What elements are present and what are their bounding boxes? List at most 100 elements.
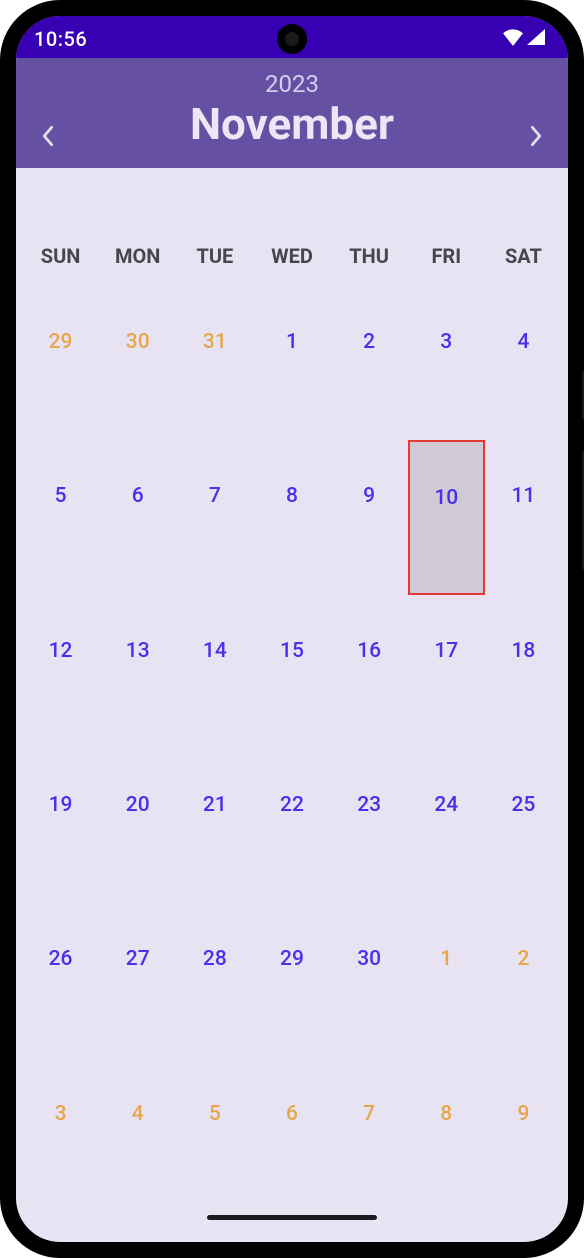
status-icons: [502, 28, 546, 50]
day-cell[interactable]: 26: [22, 903, 99, 1057]
day-number: 22: [280, 793, 304, 817]
day-cell[interactable]: 12: [22, 595, 99, 749]
chevron-right-icon: [528, 126, 544, 146]
weekday-label: FRI: [408, 244, 485, 268]
day-number: 15: [280, 639, 304, 663]
day-cell[interactable]: 11: [485, 440, 562, 594]
day-number: 27: [126, 947, 150, 971]
day-cell[interactable]: 2: [485, 903, 562, 1057]
day-cell[interactable]: 22: [253, 749, 330, 903]
day-cell[interactable]: 16: [331, 595, 408, 749]
day-number: 30: [126, 330, 150, 354]
day-number: 17: [434, 639, 458, 663]
day-number: 5: [55, 484, 67, 508]
day-cell[interactable]: 29: [253, 903, 330, 1057]
day-number: 2: [363, 330, 375, 354]
day-number: 3: [440, 330, 452, 354]
day-number: 10: [434, 486, 458, 510]
weekday-label: SAT: [485, 244, 562, 268]
weekday-label: SUN: [22, 244, 99, 268]
day-cell[interactable]: 9: [331, 440, 408, 594]
day-cell[interactable]: 14: [176, 595, 253, 749]
day-cell[interactable]: 21: [176, 749, 253, 903]
day-cell[interactable]: 9: [485, 1058, 562, 1212]
day-cell[interactable]: 4: [99, 1058, 176, 1212]
header-month: November: [16, 98, 568, 150]
day-cell[interactable]: 30: [331, 903, 408, 1057]
day-number: 12: [49, 639, 73, 663]
weekday-row: SUN MON TUE WED THU FRI SAT: [22, 244, 562, 268]
day-cell-selected[interactable]: 10: [408, 440, 485, 594]
day-number: 1: [286, 330, 298, 354]
day-cell[interactable]: 28: [176, 903, 253, 1057]
calendar-header: 2023 November: [16, 58, 568, 168]
day-cell[interactable]: 25: [485, 749, 562, 903]
day-cell[interactable]: 15: [253, 595, 330, 749]
day-cell[interactable]: 23: [331, 749, 408, 903]
day-number: 9: [363, 484, 375, 508]
day-number: 6: [286, 1102, 298, 1126]
next-month-button[interactable]: [516, 116, 556, 156]
day-number: 29: [280, 947, 304, 971]
day-number: 14: [203, 639, 227, 663]
weekday-label: THU: [331, 244, 408, 268]
day-number: 4: [517, 330, 529, 354]
day-number: 3: [55, 1102, 67, 1126]
day-cell[interactable]: 17: [408, 595, 485, 749]
day-number: 13: [126, 639, 150, 663]
calendar-grid: 2930311234567891011121314151617181920212…: [22, 286, 562, 1212]
day-number: 29: [49, 330, 73, 354]
day-number: 23: [357, 793, 381, 817]
screen: 10:56 2023 November SUN M: [16, 16, 568, 1242]
chevron-left-icon: [40, 126, 56, 146]
day-cell[interactable]: 2: [331, 286, 408, 440]
day-cell[interactable]: 6: [253, 1058, 330, 1212]
day-number: 26: [49, 947, 73, 971]
day-cell[interactable]: 3: [408, 286, 485, 440]
day-cell[interactable]: 4: [485, 286, 562, 440]
day-number: 19: [49, 793, 73, 817]
signal-icon: [526, 28, 546, 50]
day-cell[interactable]: 18: [485, 595, 562, 749]
day-cell[interactable]: 1: [253, 286, 330, 440]
day-cell[interactable]: 31: [176, 286, 253, 440]
calendar-body: SUN MON TUE WED THU FRI SAT 293031123456…: [16, 168, 568, 1242]
day-number: 8: [286, 484, 298, 508]
day-cell[interactable]: 24: [408, 749, 485, 903]
day-cell[interactable]: 5: [22, 440, 99, 594]
day-number: 21: [203, 793, 227, 817]
day-cell[interactable]: 8: [408, 1058, 485, 1212]
status-time: 10:56: [34, 27, 87, 51]
day-number: 4: [132, 1102, 144, 1126]
day-cell[interactable]: 29: [22, 286, 99, 440]
day-cell[interactable]: 7: [331, 1058, 408, 1212]
day-number: 2: [517, 947, 529, 971]
day-cell[interactable]: 7: [176, 440, 253, 594]
prev-month-button[interactable]: [28, 116, 68, 156]
day-cell[interactable]: 3: [22, 1058, 99, 1212]
day-cell[interactable]: 30: [99, 286, 176, 440]
day-number: 9: [517, 1102, 529, 1126]
day-number: 28: [203, 947, 227, 971]
day-number: 1: [440, 947, 452, 971]
day-cell[interactable]: 19: [22, 749, 99, 903]
day-cell[interactable]: 13: [99, 595, 176, 749]
day-cell[interactable]: 5: [176, 1058, 253, 1212]
day-number: 5: [209, 1102, 221, 1126]
day-number: 7: [209, 484, 221, 508]
navigation-handle[interactable]: [207, 1215, 377, 1220]
day-cell[interactable]: 20: [99, 749, 176, 903]
weekday-label: MON: [99, 244, 176, 268]
day-cell[interactable]: 1: [408, 903, 485, 1057]
day-cell[interactable]: 8: [253, 440, 330, 594]
day-number: 7: [363, 1102, 375, 1126]
day-number: 8: [440, 1102, 452, 1126]
device-camera: [277, 24, 307, 54]
day-cell[interactable]: 27: [99, 903, 176, 1057]
day-number: 6: [132, 484, 144, 508]
day-number: 30: [357, 947, 381, 971]
day-number: 11: [511, 484, 535, 508]
day-number: 31: [203, 330, 227, 354]
day-number: 20: [126, 793, 150, 817]
day-cell[interactable]: 6: [99, 440, 176, 594]
